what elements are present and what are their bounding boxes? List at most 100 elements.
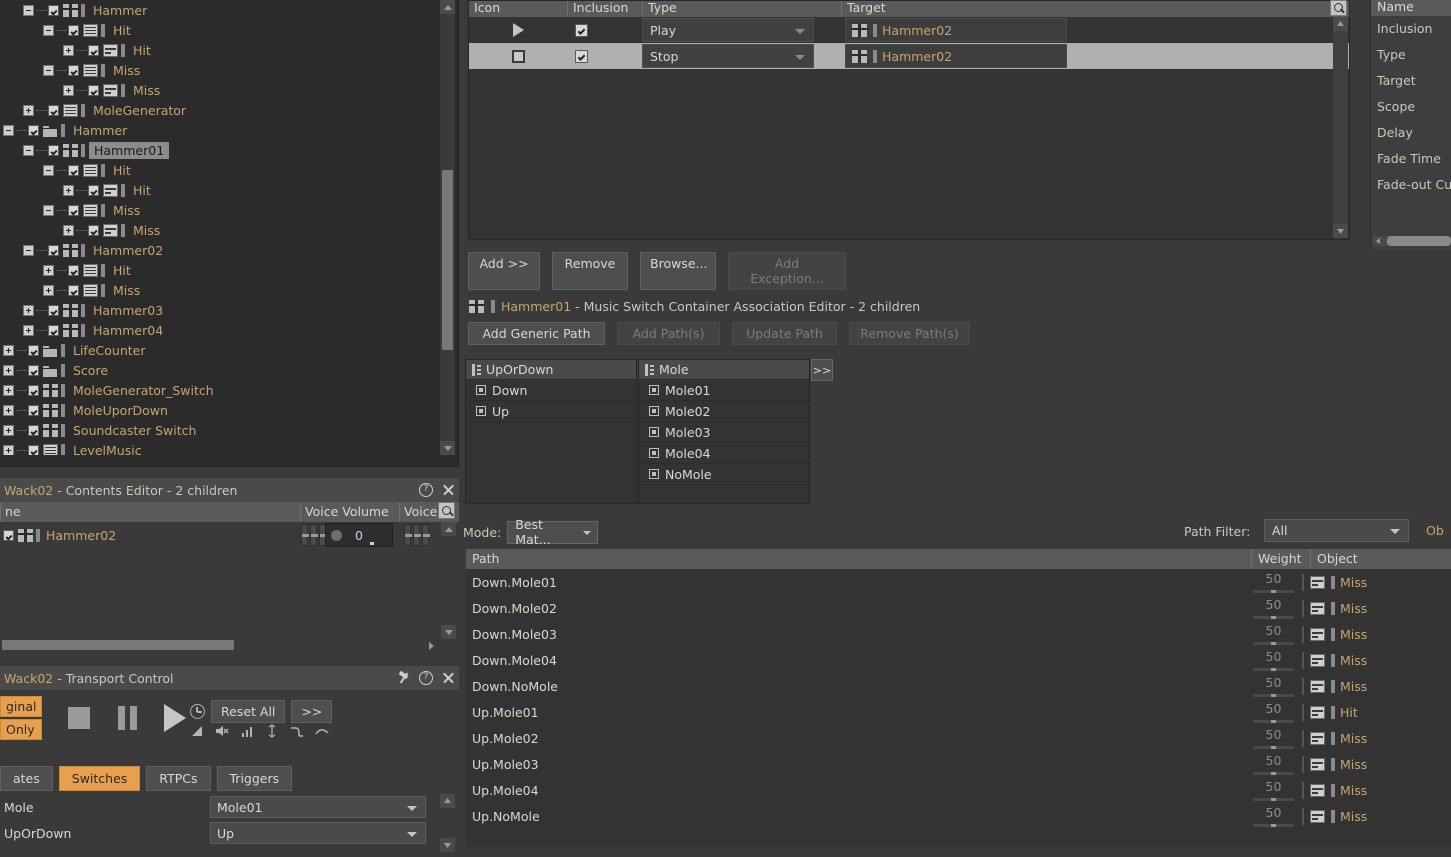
weight-slider[interactable]	[1253, 824, 1294, 827]
tree-item[interactable]: Score	[0, 360, 438, 380]
column-header-path[interactable]: Path	[466, 549, 1251, 569]
tree-item[interactable]: MoleGenerator_Switch	[0, 380, 438, 400]
help-icon[interactable]: ?	[419, 483, 433, 497]
target-cell[interactable]: Hammer02	[841, 43, 1071, 69]
project-explorer-tree[interactable]: Hammer Hit Hit Miss Miss MoleGenerator Hammer H…	[0, 0, 459, 467]
tree-item-checkbox[interactable]	[48, 244, 59, 256]
tree-item-checkbox[interactable]	[28, 404, 39, 416]
column-header-icon[interactable]: Icon	[469, 1, 567, 17]
path-cell[interactable]: Up.Mole02	[466, 731, 1251, 746]
object-cell[interactable]: Miss	[1310, 653, 1367, 668]
collapse-icon[interactable]	[43, 64, 54, 76]
weight-slider[interactable]	[1253, 746, 1294, 749]
column-chooser-item[interactable]: Fade Time	[1371, 146, 1451, 172]
contents-horizontal-scrollbar[interactable]	[0, 639, 439, 651]
tree-item-checkbox[interactable]	[88, 84, 99, 96]
object-cell[interactable]: Miss	[1310, 731, 1367, 746]
hscroll-thumb[interactable]	[2, 640, 234, 650]
expand-icon[interactable]	[43, 264, 54, 276]
close-icon[interactable]	[441, 483, 455, 497]
expand-icon[interactable]	[63, 224, 74, 236]
weight-slider[interactable]	[1253, 642, 1294, 645]
object-cell[interactable]: Miss	[1310, 679, 1367, 694]
tree-item[interactable]: Hammer01	[0, 140, 438, 160]
scroll-up-arrow[interactable]	[441, 522, 456, 536]
weight-cell[interactable]: 50	[1251, 699, 1296, 725]
table-row[interactable]: Up.Mole02 50 Miss	[466, 725, 1451, 751]
tree-item-checkbox[interactable]	[68, 164, 79, 176]
tree-item-checkbox[interactable]	[68, 204, 79, 216]
target-field[interactable]: Hammer02	[845, 44, 1067, 68]
tree-item[interactable]: Soundcaster Switch	[0, 420, 438, 440]
highpass-icon[interactable]	[315, 724, 329, 738]
inclusion-cell[interactable]	[567, 17, 642, 43]
tree-item[interactable]: Miss	[0, 220, 438, 240]
table-row[interactable]: Play Hammer02	[469, 17, 1349, 43]
column-chooser-item[interactable]: Inclusion	[1371, 16, 1451, 42]
switch-group-header[interactable]: UpOrDown	[466, 360, 636, 380]
column-header-type[interactable]: Type	[642, 1, 841, 17]
path-cell[interactable]: Up.NoMole	[466, 809, 1251, 824]
inclusion-checkbox[interactable]	[575, 23, 588, 37]
target-field[interactable]: Hammer02	[845, 18, 1067, 42]
tree-scroll-area[interactable]: Hammer Hit Hit Miss Miss MoleGenerator Hammer H…	[0, 0, 438, 455]
object-cell[interactable]: Miss	[1310, 627, 1367, 642]
voice-faders[interactable]	[404, 524, 430, 546]
tree-item-checkbox[interactable]	[48, 104, 59, 116]
path-table[interactable]: Path Weight Object Down.Mole01 50 Miss Down…	[466, 549, 1451, 847]
path-cell[interactable]: Up.Mole03	[466, 757, 1251, 772]
pitch-icon[interactable]	[265, 724, 279, 738]
close-icon[interactable]	[441, 671, 455, 685]
tree-item-checkbox[interactable]	[68, 24, 79, 36]
collapse-icon[interactable]	[23, 4, 34, 16]
switches-scrollbar[interactable]	[440, 794, 455, 852]
tree-item[interactable]: Hit	[0, 40, 438, 60]
expand-icon[interactable]	[63, 84, 74, 96]
tree-item-checkbox[interactable]	[68, 64, 79, 76]
volume-ramp-icon[interactable]	[190, 724, 204, 738]
voice-volume-faders[interactable]	[301, 524, 327, 546]
scroll-thumb[interactable]	[442, 170, 453, 350]
expand-icon[interactable]	[3, 344, 14, 356]
help-icon[interactable]: ?	[419, 671, 433, 685]
tree-item-checkbox[interactable]	[68, 284, 79, 296]
path-cell[interactable]: Down.Mole03	[466, 627, 1251, 642]
reset-all-button[interactable]: Reset All	[211, 700, 286, 723]
scroll-up-arrow[interactable]	[440, 0, 455, 14]
switch-value-dropdown[interactable]: Up	[210, 822, 426, 844]
weight-cell[interactable]: 50	[1251, 751, 1296, 777]
tree-item-checkbox[interactable]	[28, 444, 39, 455]
switch-value-item[interactable]: Mole04	[639, 443, 809, 464]
path-cell[interactable]: Up.Mole01	[466, 705, 1251, 720]
scroll-down-arrow[interactable]	[440, 838, 455, 852]
column-header-inclusion[interactable]: Inclusion	[567, 1, 642, 17]
tree-item-checkbox[interactable]	[88, 224, 99, 236]
pin-icon[interactable]	[397, 671, 411, 685]
column-header-object[interactable]: Object	[1310, 549, 1450, 569]
weight-slider[interactable]	[1253, 798, 1294, 801]
contents-editor-body[interactable]: Hammer02 0	[0, 522, 459, 639]
weight-cell[interactable]: 50	[1251, 725, 1296, 751]
transport-tabs[interactable]: ates Switches RTPCs Triggers	[0, 766, 293, 791]
column-chooser-list[interactable]: Name Inclusion Type Target Scope Delay Fade T…	[1370, 0, 1451, 250]
weight-slider[interactable]	[1253, 616, 1294, 619]
object-cell[interactable]: Miss	[1310, 575, 1367, 590]
hscroll-right-arrow[interactable]	[425, 639, 437, 651]
weight-slider[interactable]	[1253, 668, 1294, 671]
tree-item[interactable]: LevelMusic	[0, 440, 438, 455]
switch-value-dropdown[interactable]: Mole01	[210, 796, 426, 818]
tree-item[interactable]: Miss	[0, 280, 438, 300]
expand-icon[interactable]	[23, 304, 34, 316]
add-button[interactable]: Add >>	[468, 252, 540, 290]
path-cell[interactable]: Down.Mole02	[466, 601, 1251, 616]
transport-tab-triggers[interactable]: Triggers	[216, 766, 293, 791]
table-row[interactable]: Down.Mole04 50 Miss	[466, 647, 1451, 673]
scroll-up-arrow[interactable]	[1333, 17, 1348, 31]
weight-cell[interactable]: 50	[1251, 569, 1296, 595]
expand-icon[interactable]	[63, 44, 74, 56]
switch-group-header[interactable]: Mole	[639, 360, 809, 380]
expand-icon[interactable]	[23, 104, 34, 116]
mute-icon[interactable]	[215, 724, 229, 738]
inclusion-cell[interactable]	[567, 43, 642, 69]
tree-item-checkbox[interactable]	[68, 264, 79, 276]
